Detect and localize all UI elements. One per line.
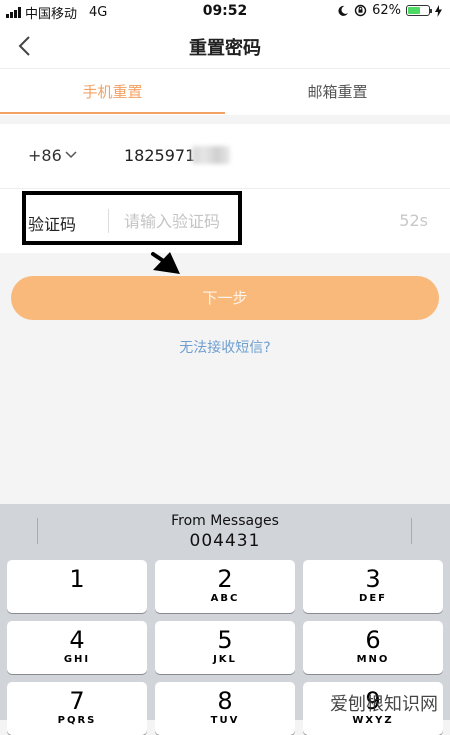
key-letters: MNO — [356, 654, 390, 665]
key-8[interactable]: 8 TUV — [155, 682, 295, 735]
key-7[interactable]: 7 PQRS — [7, 682, 147, 735]
redaction-blur — [192, 146, 230, 164]
country-code-selector[interactable]: +86 — [28, 146, 62, 165]
phone-number-field[interactable]: 1825971 — [124, 146, 195, 165]
key-letters: WXYZ — [352, 715, 394, 726]
numeric-keyboard: From Messages 004431 1 2 ABC 3 DEF 4 GHI… — [0, 504, 450, 735]
suggestion-code[interactable]: 004431 — [0, 531, 450, 551]
orientation-lock-icon — [354, 4, 367, 17]
battery-icon — [406, 5, 432, 16]
key-letters: GHI — [63, 654, 91, 665]
watermark: 爱刨根知识网 — [330, 694, 438, 715]
tab-email-reset[interactable]: 邮箱重置 — [225, 69, 450, 115]
next-step-button[interactable]: 下一步 — [11, 276, 439, 320]
key-5[interactable]: 5 JKL — [155, 621, 295, 674]
key-letters: JKL — [213, 654, 237, 665]
key-letters: PQRS — [57, 715, 97, 726]
key-digit: 5 — [217, 626, 233, 654]
tab-bar: 手机重置 邮箱重置 — [0, 68, 450, 115]
resend-countdown: 52s — [399, 211, 428, 230]
page-title: 重置密码 — [189, 38, 261, 59]
suggestion-source: From Messages — [171, 513, 279, 529]
key-letters: TUV — [210, 715, 240, 726]
key-4[interactable]: 4 GHI — [7, 621, 147, 674]
key-letters: DEF — [359, 593, 387, 604]
no-sms-link[interactable]: 无法接收短信? — [0, 337, 450, 357]
key-digit: 2 — [217, 565, 233, 593]
key-1[interactable]: 1 — [7, 560, 147, 613]
key-digit: 4 — [69, 626, 85, 654]
status-right: 62% — [337, 3, 442, 18]
phone-row: +86 1825971 — [0, 124, 450, 189]
key-digit: 7 — [69, 687, 85, 715]
chevron-down-icon[interactable] — [64, 150, 78, 160]
key-digit: 1 — [69, 565, 85, 593]
autofill-suggestion[interactable]: From Messages 004431 — [0, 504, 450, 556]
nav-bar: 重置密码 — [0, 24, 450, 68]
tab-active-indicator — [0, 112, 225, 114]
battery-percent: 62% — [372, 3, 401, 18]
highlight-box — [22, 191, 242, 245]
key-letters: ABC — [210, 593, 240, 604]
tab-phone-reset[interactable]: 手机重置 — [0, 69, 225, 115]
moon-icon — [338, 5, 349, 16]
key-2[interactable]: 2 ABC — [155, 560, 295, 613]
charging-icon — [435, 4, 442, 17]
key-digit: 3 — [365, 565, 381, 593]
key-digit: 8 — [217, 687, 233, 715]
key-6[interactable]: 6 MNO — [303, 621, 443, 674]
status-bar: 中国移动 4G 09:52 62% — [0, 0, 450, 24]
key-digit: 6 — [365, 626, 381, 654]
key-3[interactable]: 3 DEF — [303, 560, 443, 613]
